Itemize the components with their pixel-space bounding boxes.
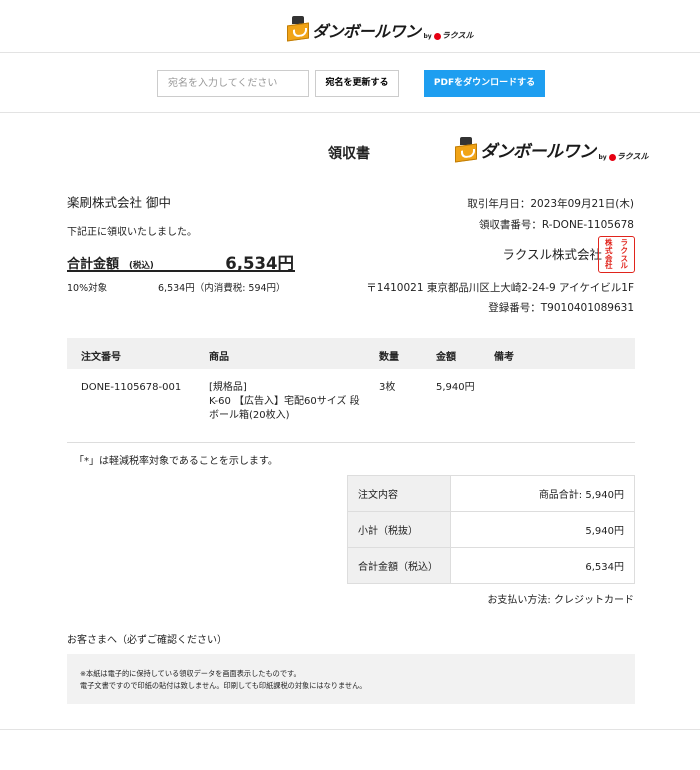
site-logo[interactable]: ダンボールワン by ラクスル <box>286 16 474 42</box>
box-mascot-icon <box>286 16 312 42</box>
download-pdf-button[interactable]: PDFをダウンロードする <box>424 70 545 97</box>
col-qty: 数量 <box>379 352 399 363</box>
summary-label: 注文内容 <box>347 475 451 512</box>
col-remarks: 備考 <box>494 352 514 363</box>
notice-line: ※本紙は電子的に保持している領収データを画面表示したものです。 <box>80 669 301 678</box>
items-table: 注文番号 商品 数量 金額 備考 DONE-1105678-001 [規格品] … <box>67 338 635 443</box>
received-note: 下記正に領収いたしました。 <box>67 227 197 238</box>
receipt-number: 領収書番号：R-DONE-1105678 <box>478 219 634 231</box>
receipt-title: 領収書 <box>328 146 370 162</box>
items-table-header: 注文番号 商品 数量 金額 備考 <box>67 338 635 369</box>
toolbar: 宛名を更新する PDFをダウンロードする <box>0 53 700 113</box>
box-mascot-icon <box>454 137 480 163</box>
registration-number: 登録番号：T9010401089631 <box>488 302 634 314</box>
col-amount: 金額 <box>436 352 456 363</box>
seal-char: 社 <box>605 261 613 271</box>
logo-text: ダンボールワン <box>480 142 596 162</box>
recipient-name: 楽刷株式会社 御中 <box>67 195 171 210</box>
summary-value: 商品合計: 5,940円 <box>450 475 635 512</box>
receipt-logo: ダンボールワン by ラクスル <box>454 137 649 163</box>
summary-table: 注文内容 商品合計: 5,940円 小計（税抜） 5,940円 合計金額（税込）… <box>347 475 635 584</box>
notice-line: 電子文書ですので印紙の貼付は致しません。印刷しても印紙課税の対象にはなりません。 <box>80 681 367 690</box>
table-row: DONE-1105678-001 [規格品] K-60 【広告入】宅配60サイズ… <box>67 369 635 443</box>
customer-note-title: お客さまへ（必ずご確認ください） <box>67 635 227 646</box>
quantity: 3枚 <box>379 382 396 393</box>
payment-method: お支払い方法: クレジットカード <box>487 595 634 606</box>
raksul-dot-icon <box>608 154 616 161</box>
col-order-no: 注文番号 <box>81 352 121 363</box>
transaction-date: 取引年月日：2023年09月21日(木) <box>467 198 634 210</box>
site-header: ダンボールワン by ラクスル <box>0 0 700 53</box>
issuer-company: ラクスル株式会社 <box>502 247 602 262</box>
summary-label: 小計（税抜） <box>347 511 451 548</box>
tax-rate-amount: 6,534円（内消費税: 594円） <box>158 283 286 294</box>
addressee-input[interactable] <box>157 70 309 97</box>
summary-row: 注文内容 商品合計: 5,940円 <box>347 475 635 512</box>
product-description: [規格品] K-60 【広告入】宅配60サイズ 段 ボール箱(20枚入) <box>209 382 360 421</box>
footer-divider <box>0 729 700 730</box>
logo-by: by <box>423 33 432 40</box>
logo-brand: ラクスル <box>441 31 474 40</box>
logo-by: by <box>598 154 607 161</box>
order-number: DONE-1105678-001 <box>81 382 182 393</box>
amount: 5,940円 <box>436 382 475 393</box>
logo-text: ダンボールワン <box>312 22 421 41</box>
summary-value: 5,940円 <box>450 511 635 548</box>
issuer-address: 〒1410021 東京都品川区上大崎2-24-9 アイケイビル1F <box>366 282 634 294</box>
update-addressee-button[interactable]: 宛名を更新する <box>315 70 399 97</box>
seal-char: ル <box>620 261 629 271</box>
tax-rate-label: 10%対象 <box>67 283 108 294</box>
company-seal: 株式会社 ラクスル <box>598 236 635 273</box>
total-underline <box>67 270 295 272</box>
col-product: 商品 <box>209 352 229 363</box>
logo-brand: ラクスル <box>616 152 649 161</box>
summary-label: 合計金額（税込） <box>347 547 451 584</box>
raksul-dot-icon <box>433 33 441 40</box>
summary-row: 小計（税抜） 5,940円 <box>347 511 635 548</box>
summary-row: 合計金額（税込） 6,534円 <box>347 547 635 584</box>
summary-value: 6,534円 <box>450 547 635 584</box>
reduced-tax-legend: 「*」は軽減税率対象であることを示します。 <box>74 456 278 467</box>
notice-box: ※本紙は電子的に保持している領収データを画面表示したものです。 電子文書ですので… <box>67 654 635 704</box>
